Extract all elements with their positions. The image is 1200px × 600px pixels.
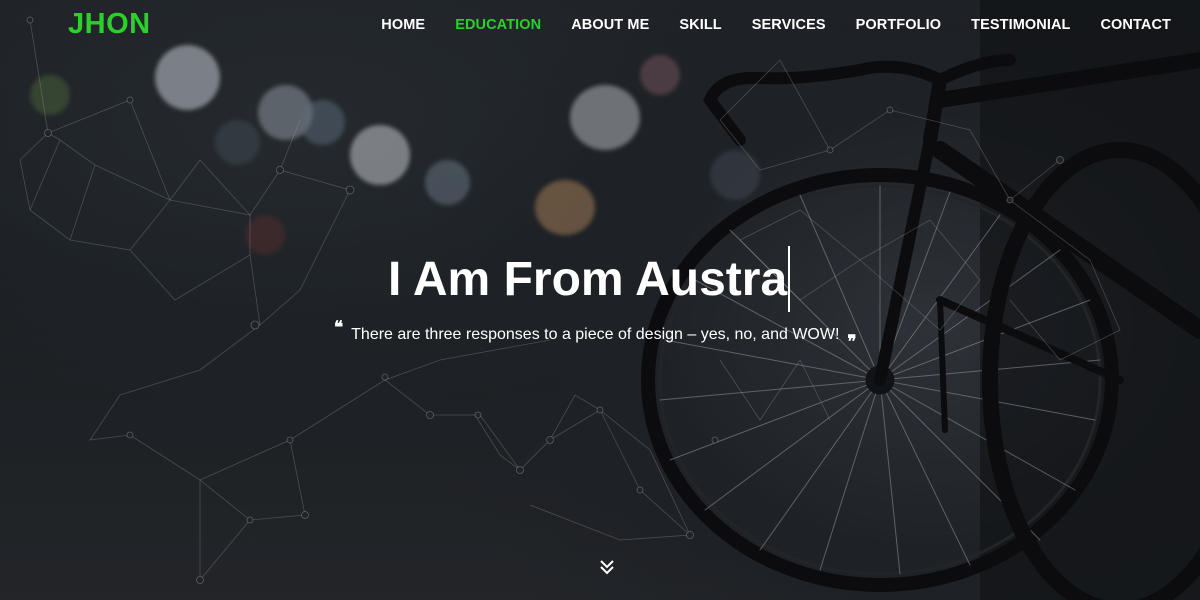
nav-item-contact: CONTACT: [1100, 16, 1171, 34]
quote-text: There are three responses to a piece of …: [351, 326, 840, 343]
navbar: JHON HOME EDUCATION ABOUT ME SKILL SERVI…: [0, 0, 1200, 52]
double-chevron-down-icon[interactable]: [598, 558, 616, 576]
nav-item-about-me: ABOUT ME: [571, 16, 649, 34]
hero-quote: ❝ There are three responses to a piece of…: [334, 318, 857, 352]
nav-link-skill[interactable]: SKILL: [679, 17, 721, 33]
site-logo[interactable]: JHON: [68, 8, 151, 41]
nav-item-services: SERVICES: [752, 16, 826, 34]
hero-section: JHON HOME EDUCATION ABOUT ME SKILL SERVI…: [0, 0, 1200, 600]
nav-link-about-me[interactable]: ABOUT ME: [571, 17, 649, 33]
nav-item-portfolio: PORTFOLIO: [856, 16, 941, 34]
typing-cursor: [788, 246, 791, 312]
nav-link-contact[interactable]: CONTACT: [1100, 17, 1171, 33]
nav-link-portfolio[interactable]: PORTFOLIO: [856, 17, 941, 33]
nav-link-home[interactable]: HOME: [381, 17, 425, 33]
nav-menu: HOME EDUCATION ABOUT ME SKILL SERVICES P…: [351, 16, 1171, 34]
typed-text: I Am From Austra: [388, 252, 788, 306]
hero-headline: I Am From Austra: [388, 246, 791, 312]
nav-item-home: HOME: [381, 16, 425, 34]
quote-close-icon: ❞: [847, 332, 857, 352]
nav-item-education: EDUCATION: [455, 16, 541, 34]
nav-item-testimonial: TESTIMONIAL: [971, 16, 1070, 34]
nav-link-services[interactable]: SERVICES: [752, 17, 826, 33]
nav-item-skill: SKILL: [679, 16, 721, 34]
quote-open-icon: ❝: [334, 318, 344, 338]
nav-link-education[interactable]: EDUCATION: [455, 17, 541, 33]
nav-link-testimonial[interactable]: TESTIMONIAL: [971, 17, 1070, 33]
